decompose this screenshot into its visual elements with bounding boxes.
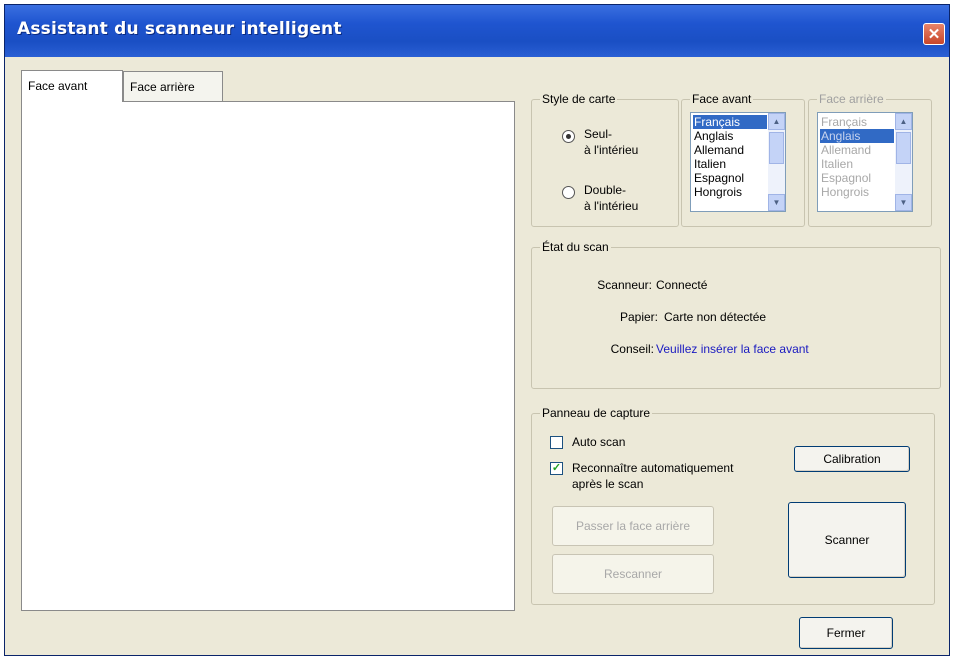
list-item[interactable]: Allemand xyxy=(693,143,767,157)
scan-back-side-button[interactable]: Passer la face arrière xyxy=(552,506,714,546)
card-style-legend: Style de carte xyxy=(540,92,618,106)
list-item: Italien xyxy=(821,157,854,171)
calibration-button-label: Calibration xyxy=(823,452,881,466)
cb-label-line: après le scan xyxy=(572,477,644,491)
radio-label-line: Seul- xyxy=(584,127,613,141)
title-bar[interactable]: Assistant du scanneur intelligent ✕ xyxy=(5,5,949,57)
tab-label: Face arrière xyxy=(130,80,195,94)
dialog-client: Face avant Face arrière Style de carte S… xyxy=(5,57,949,655)
rescan-button[interactable]: Rescanner xyxy=(552,554,714,594)
radio-single-sided-label[interactable]: Seul- à l'intérieu xyxy=(584,126,638,158)
scan-button-label: Scanner xyxy=(824,533,870,547)
list-item: Hongrois xyxy=(821,185,870,199)
rescan-button-label: Rescanner xyxy=(603,567,663,581)
close-window-button[interactable]: ✕ xyxy=(923,23,945,45)
scan-status-legend: État du scan xyxy=(540,240,611,254)
auto-recognize-label[interactable]: Reconnaître automatiquement après le sca… xyxy=(572,460,733,492)
radio-label-line: à l'intérieu xyxy=(584,143,639,157)
scroll-thumb xyxy=(896,132,911,164)
list-item: Anglais xyxy=(820,129,894,143)
radio-double-sided[interactable] xyxy=(562,186,575,199)
cb-label-line: Reconnaître automatiquement xyxy=(572,461,734,475)
list-item[interactable]: Hongrois xyxy=(693,185,767,199)
list-item: Allemand xyxy=(821,143,872,157)
paper-label: Papier: xyxy=(619,310,658,324)
back-language-scrollbar: ▲ ▼ xyxy=(895,113,912,211)
calibration-button[interactable]: Calibration xyxy=(794,446,910,472)
auto-scan-checkbox[interactable] xyxy=(550,436,563,449)
back-language-group: Face arrière Français Anglais Allemand I… xyxy=(808,92,932,227)
close-button[interactable]: Fermer xyxy=(799,617,893,649)
front-language-group: Face avant Français Anglais Allemand Ita… xyxy=(681,92,805,227)
back-language-legend: Face arrière xyxy=(817,92,886,106)
list-item[interactable]: Français xyxy=(693,115,767,129)
list-item[interactable]: Anglais xyxy=(693,129,767,143)
radio-double-sided-label[interactable]: Double- à l'intérieu xyxy=(584,182,638,214)
card-style-group: Style de carte Seul- à l'intérieu Double… xyxy=(531,92,679,227)
card-preview-panel xyxy=(21,101,515,611)
scroll-up-icon: ▲ xyxy=(895,113,912,130)
scanner-value: Connecté xyxy=(656,278,708,292)
advice-value: Veuillez insérer la face avant xyxy=(656,342,809,356)
tab-face-arriere[interactable]: Face arrière xyxy=(123,71,223,101)
dialog-window: Assistant du scanneur intelligent ✕ Face… xyxy=(4,4,950,656)
back-language-listbox: Français Anglais Allemand Italien Espagn… xyxy=(817,112,913,212)
radio-single-sided[interactable] xyxy=(562,130,575,143)
auto-recognize-checkbox[interactable]: ✓ xyxy=(550,462,563,475)
close-icon: ✕ xyxy=(927,25,941,43)
list-item[interactable]: Espagnol xyxy=(693,171,767,185)
close-button-label: Fermer xyxy=(826,626,866,640)
list-item: Espagnol xyxy=(821,171,872,185)
scroll-down-icon: ▼ xyxy=(895,194,912,211)
advice-label: Conseil: xyxy=(610,342,654,356)
front-language-scrollbar[interactable]: ▲ ▼ xyxy=(768,113,785,211)
scroll-thumb[interactable] xyxy=(769,132,784,164)
scan-status-group: État du scan Scanneur: Connecté Papier: … xyxy=(531,240,941,389)
scroll-down-icon[interactable]: ▼ xyxy=(768,194,785,211)
tab-face-avant[interactable]: Face avant xyxy=(21,70,123,102)
list-item[interactable]: Italien xyxy=(693,157,767,171)
scanner-label: Scanneur: xyxy=(597,278,652,292)
capture-panel-legend: Panneau de capture xyxy=(540,406,653,420)
capture-panel-group: Panneau de capture Auto scan ✓ Reconnaît… xyxy=(531,406,935,605)
radio-label-line: Double- xyxy=(584,183,627,197)
front-language-listbox[interactable]: Français Anglais Allemand Italien Espagn… xyxy=(690,112,786,212)
radio-label-line: à l'intérieu xyxy=(584,199,639,213)
scan-button[interactable]: Scanner xyxy=(788,502,906,578)
auto-scan-label[interactable]: Auto scan xyxy=(572,434,625,450)
paper-value: Carte non détectée xyxy=(664,310,767,324)
front-language-legend: Face avant xyxy=(690,92,754,106)
window-title: Assistant du scanneur intelligent xyxy=(17,19,342,39)
scroll-up-icon[interactable]: ▲ xyxy=(768,113,785,130)
list-item: Français xyxy=(821,115,868,129)
tab-label: Face avant xyxy=(28,79,88,93)
scan-back-side-button-label: Passer la face arrière xyxy=(575,519,691,533)
